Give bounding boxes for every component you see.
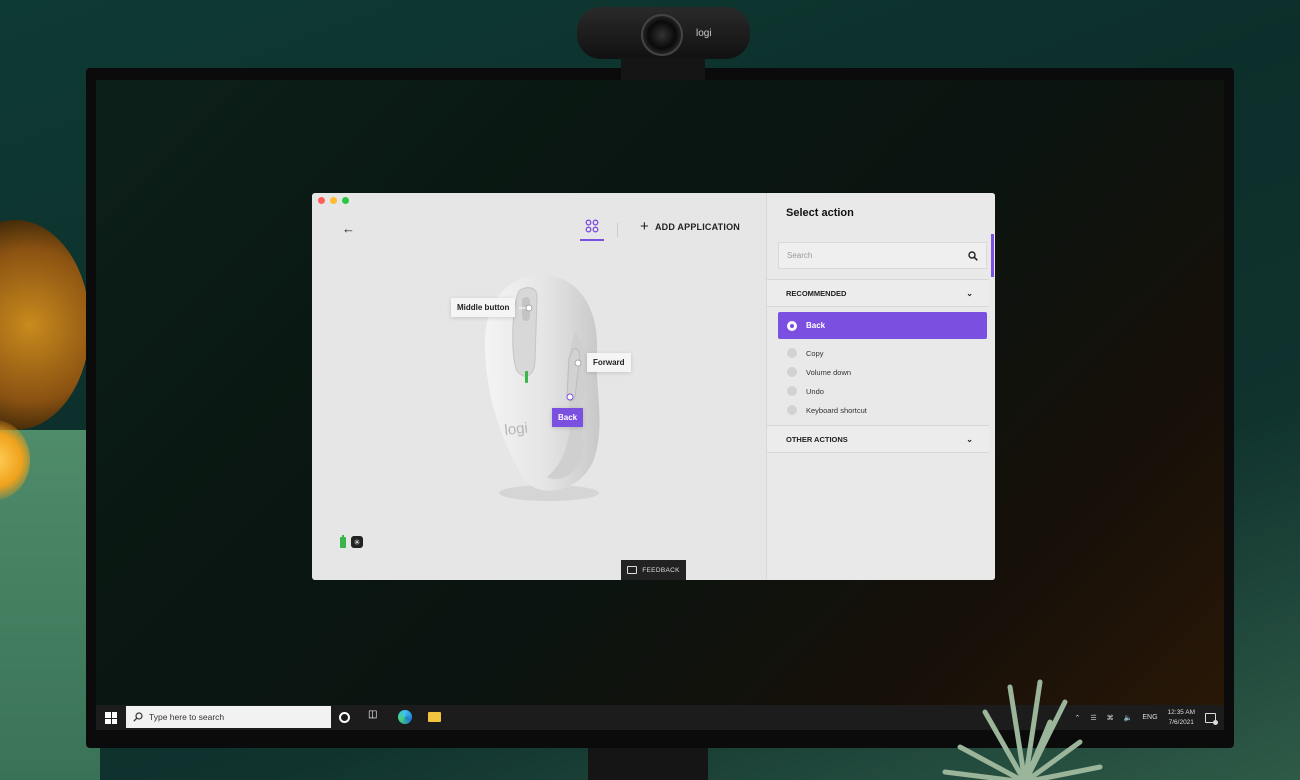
action-option[interactable]: Keyboard shortcut — [787, 405, 867, 415]
taskbar-search-input[interactable]: Type here to search — [126, 706, 331, 728]
chevron-down-icon: ⌄ — [966, 434, 973, 444]
task-view-icon[interactable]: ◫ — [368, 709, 382, 723]
radio-icon — [787, 348, 797, 358]
windows-start-icon[interactable] — [105, 712, 117, 724]
device-grid-icon[interactable] — [580, 219, 604, 241]
other-actions-section[interactable]: OTHER ACTIONS ⌄ — [767, 425, 989, 453]
action-option-label: Keyboard shortcut — [806, 405, 867, 415]
radio-icon — [787, 405, 797, 415]
recommended-section[interactable]: RECOMMENDED ⌄ — [767, 279, 989, 307]
action-option-label: Volume down — [806, 367, 852, 377]
radio-icon — [787, 367, 797, 377]
arrow-left-icon[interactable]: ← — [342, 221, 355, 236]
logi-bolt-icon[interactable]: ✳ — [351, 536, 363, 548]
clock[interactable]: 12:35 AM 7/6/2021 — [1168, 708, 1195, 728]
toolbar-divider — [617, 223, 618, 237]
mouse-brand-logo: logi — [504, 420, 529, 439]
lamp-shade — [0, 220, 90, 430]
add-application-button[interactable]: + ADD APPLICATION — [640, 218, 740, 235]
feedback-button[interactable]: FEEDBACK — [621, 560, 686, 580]
middle-button-callout[interactable]: Middle button — [451, 298, 516, 317]
logi-options-window: ← + ADD APPLICATION logi Middle button F… — [312, 193, 995, 580]
monitor-stand — [588, 748, 708, 780]
clock-time: 12:35 AM — [1167, 708, 1195, 716]
window-controls — [318, 197, 349, 204]
taskbar-search-placeholder: Type here to search — [149, 712, 225, 722]
webcam-brand: logi — [696, 28, 712, 39]
action-option[interactable]: Undo — [787, 386, 824, 396]
recommended-label: RECOMMENDED — [786, 288, 847, 298]
add-application-label: ADD APPLICATION — [654, 222, 740, 232]
action-option[interactable]: Volume down — [787, 367, 851, 377]
plant — [942, 679, 1103, 780]
file-explorer-icon[interactable] — [428, 712, 441, 722]
action-option-label: Copy — [806, 348, 824, 358]
search-icon — [968, 250, 978, 261]
select-action-panel: Select action Search RECOMMENDED ⌄ Back … — [766, 193, 995, 580]
action-option-selected[interactable]: Back — [778, 312, 987, 339]
search-icon — [133, 712, 143, 722]
feedback-icon — [627, 566, 638, 574]
scrollbar[interactable] — [991, 234, 994, 277]
panel-title: Select action — [786, 207, 854, 219]
language-indicator[interactable]: ENG — [1142, 714, 1157, 721]
back-callout[interactable]: Back — [552, 408, 584, 427]
plus-icon: + — [640, 218, 649, 235]
action-option[interactable]: Copy — [787, 348, 824, 358]
device-status: ✳ — [340, 534, 363, 548]
close-dot[interactable] — [318, 197, 325, 204]
notification-icon[interactable] — [1205, 712, 1218, 725]
chevron-down-icon: ⌄ — [966, 288, 973, 298]
selected-action-label: Back — [806, 321, 826, 330]
search-placeholder: Search — [787, 251, 813, 260]
feedback-label: FEEDBACK — [642, 566, 680, 574]
edge-browser-icon[interactable] — [398, 710, 412, 724]
minimize-dot[interactable] — [330, 197, 337, 204]
radio-selected-icon — [787, 320, 797, 331]
other-actions-label: OTHER ACTIONS — [786, 434, 848, 444]
cortana-icon[interactable] — [339, 712, 350, 723]
maximize-dot[interactable] — [342, 197, 349, 204]
action-search-input[interactable]: Search — [778, 242, 987, 269]
forward-callout[interactable]: Forward — [587, 353, 631, 372]
webcam-lens — [641, 14, 683, 56]
battery-icon — [340, 534, 346, 548]
clock-date: 7/6/2021 — [1168, 718, 1194, 726]
radio-icon — [787, 386, 797, 396]
action-option-label: Undo — [806, 386, 824, 396]
